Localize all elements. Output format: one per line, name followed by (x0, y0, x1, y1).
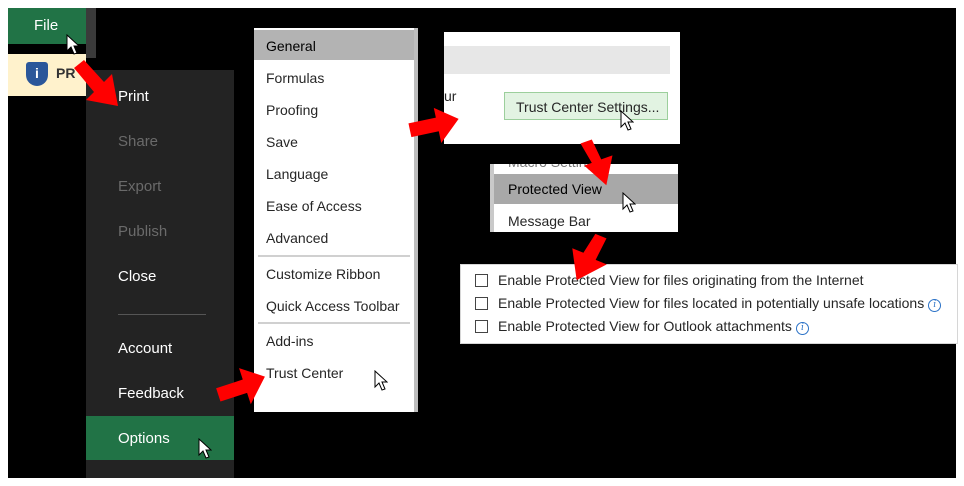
mouse-cursor-icon (374, 370, 388, 391)
options-separator (258, 255, 410, 257)
options-category-label: Formulas (266, 70, 325, 86)
option-label: Enable Protected View for files located … (498, 295, 925, 311)
red-arrow-icon (572, 233, 607, 281)
options-category-label: General (266, 38, 316, 54)
options-category-customize-ribbon[interactable]: Customize Ribbon (254, 258, 414, 288)
options-category-formulas[interactable]: Formulas (254, 62, 414, 92)
file-tab-label: File (34, 17, 59, 34)
trust-center-settings-button[interactable]: Trust Center Settings... (504, 92, 668, 120)
backstage-item-label: Close (118, 268, 157, 285)
options-category-label: Save (266, 134, 298, 150)
checkbox[interactable] (475, 320, 488, 333)
options-separator (258, 322, 410, 324)
options-category-label: Advanced (266, 230, 329, 246)
red-arrow-icon (74, 60, 118, 106)
info-icon[interactable]: i (795, 322, 809, 335)
backstage-item-export: Export (86, 164, 234, 208)
mouse-cursor-icon (620, 110, 634, 131)
backstage-divider (118, 314, 206, 315)
shield-info-icon: i (26, 62, 48, 86)
option-label: Enable Protected View for files originat… (498, 272, 864, 288)
mouse-cursor-icon (622, 192, 636, 213)
mouse-cursor-icon (66, 34, 80, 55)
backstage-item-label: Export (118, 178, 162, 195)
backstage-item-label: Share (118, 133, 159, 150)
red-arrow-icon (580, 139, 613, 186)
trust-center-category-message-bar[interactable]: Message Bar (494, 206, 678, 232)
backstage-item-label: Account (118, 340, 173, 357)
options-category-label: Trust Center (266, 365, 344, 381)
options-category-label: Proofing (266, 102, 319, 118)
trust-center-panel: ur Trust Center Settings... (444, 32, 680, 144)
options-category-proofing[interactable]: Proofing (254, 94, 414, 124)
trust-center-category-label: Message Bar (508, 213, 591, 229)
options-category-list: General Formulas Proofing Save Language … (254, 28, 418, 412)
option-label: Enable Protected View for Outlook attach… (498, 318, 792, 334)
protected-view-options: Enable Protected View for files originat… (460, 264, 958, 344)
backstage-item-label: Publish (118, 223, 168, 240)
options-category-add-ins[interactable]: Add-ins (254, 325, 414, 355)
trust-center-settings-label: Trust Center Settings... (516, 99, 660, 115)
backstage-item-account[interactable]: Account (86, 326, 234, 370)
backstage-item-label: Print (118, 88, 149, 105)
options-category-ease-of-access[interactable]: Ease of Access (254, 190, 414, 220)
options-category-label: Language (266, 166, 329, 182)
checkbox[interactable] (475, 274, 488, 287)
options-category-trust-center[interactable]: Trust Center (254, 357, 414, 387)
backstage-item-share: Share (86, 119, 234, 163)
options-category-advanced[interactable]: Advanced (254, 222, 414, 252)
options-category-label: Add-ins (266, 333, 314, 349)
checkbox[interactable] (475, 297, 488, 310)
backstage-item-label: Feedback (118, 385, 184, 402)
red-arrow-icon (216, 368, 265, 405)
options-category-language[interactable]: Language (254, 158, 414, 188)
options-category-label: Ease of Access (266, 198, 362, 214)
options-category-label: Customize Ribbon (266, 266, 381, 282)
backstage-menu: Print Share Export Publish Close Account… (86, 70, 234, 478)
backstage-item-feedback[interactable]: Feedback (86, 371, 234, 415)
backstage-item-label: Options (118, 430, 170, 447)
options-category-quick-access-toolbar[interactable]: Quick Access Toolbar (254, 290, 414, 320)
trust-center-header (444, 46, 670, 74)
info-icon[interactable]: i (928, 299, 942, 312)
options-category-label: Quick Access Toolbar (266, 298, 400, 314)
red-arrow-icon (408, 107, 459, 144)
trust-center-text-fragment: ur (444, 88, 457, 104)
ribbon-strip (86, 8, 96, 58)
mouse-cursor-icon (198, 438, 212, 459)
backstage-item-close[interactable]: Close (86, 254, 234, 298)
options-category-general[interactable]: General (254, 30, 414, 60)
options-category-save[interactable]: Save (254, 126, 414, 156)
backstage-item-publish: Publish (86, 209, 234, 253)
